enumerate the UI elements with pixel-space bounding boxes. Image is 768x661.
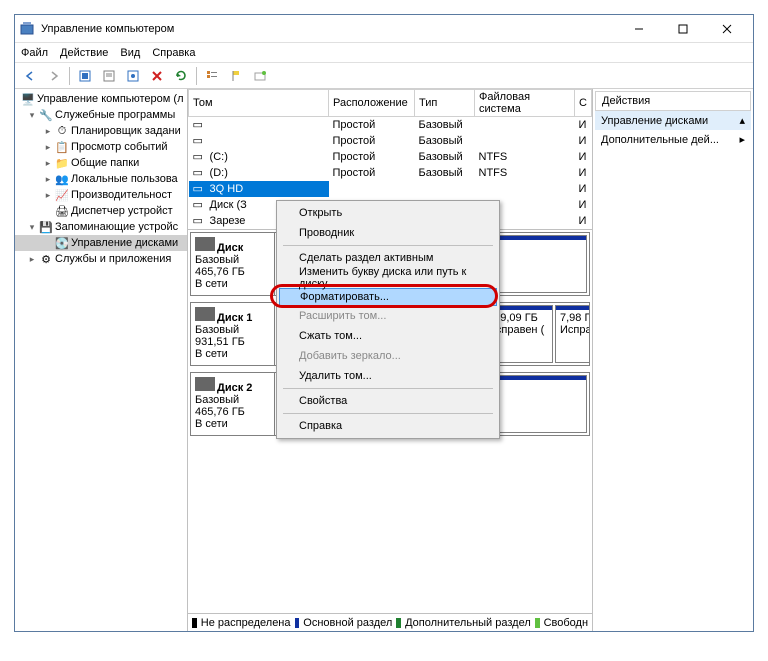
tree-task-scheduler[interactable]: ▸⏱Планировщик задани <box>15 123 187 139</box>
minimize-button[interactable] <box>617 15 661 43</box>
delete-button[interactable] <box>146 65 168 87</box>
disk-header: ДискБазовый465,76 ГБВ сети <box>191 233 275 295</box>
partition[interactable]: 7,98 ГБИсправе <box>555 305 589 363</box>
tree-device-manager[interactable]: 🖨Диспетчер устройст <box>15 203 187 219</box>
disk-icon <box>195 307 215 321</box>
volume-icon: ▭ <box>193 118 207 131</box>
menu-action[interactable]: Действие <box>60 47 108 59</box>
volume-icon: ▭ <box>193 166 207 179</box>
col-status[interactable]: С <box>575 90 592 117</box>
refresh-button[interactable] <box>170 65 192 87</box>
col-layout[interactable]: Расположение <box>329 90 415 117</box>
nav-tree[interactable]: 🖥️Управление компьютером (л ▾🔧Служебные … <box>15 89 188 631</box>
disk-header: Диск 1Базовый931,51 ГБВ сети <box>191 303 275 365</box>
actions-header: Действия <box>595 91 751 111</box>
col-volume[interactable]: Том <box>189 90 329 117</box>
window-title: Управление компьютером <box>41 23 617 35</box>
titlebar: Управление компьютером <box>15 15 753 43</box>
ctx-add-mirror: Добавить зеркало... <box>279 346 497 366</box>
volume-row[interactable]: ▭ ПростойБазовыйИ <box>189 133 592 149</box>
chevron-right-icon: ▸ <box>739 133 745 146</box>
list-button[interactable] <box>201 65 223 87</box>
volume-icon: ▭ <box>193 134 207 147</box>
volume-row[interactable]: ▭ 3Q HDИ <box>189 181 592 197</box>
ctx-shrink[interactable]: Сжать том... <box>279 326 497 346</box>
ctx-make-active[interactable]: Сделать раздел активным <box>279 248 497 268</box>
collapse-icon: ▴ <box>739 114 745 127</box>
tree-event-viewer[interactable]: ▸📋Просмотр событий <box>15 139 187 155</box>
settings-button[interactable] <box>249 65 271 87</box>
volume-icon: ▭ <box>193 150 207 163</box>
ctx-delete-volume[interactable]: Удалить том... <box>279 366 497 386</box>
legend-unallocated-icon <box>192 618 197 628</box>
volume-row[interactable]: ▭ ПростойБазовыйИ <box>189 117 592 133</box>
properties-button[interactable] <box>98 65 120 87</box>
actions-disk-management[interactable]: Управление дисками▴ <box>595 111 751 130</box>
back-button[interactable] <box>19 65 41 87</box>
ctx-help[interactable]: Справка <box>279 416 497 436</box>
close-button[interactable] <box>705 15 749 43</box>
tree-storage[interactable]: ▾💾Запоминающие устройс <box>15 219 187 235</box>
tree-services[interactable]: ▸⚙Службы и приложения <box>15 251 187 267</box>
legend-free-icon <box>535 618 540 628</box>
tree-performance[interactable]: ▸📈Производительност <box>15 187 187 203</box>
context-menu: Открыть Проводник Сделать раздел активны… <box>276 200 500 439</box>
disk-header: Диск 2Базовый465,76 ГБВ сети <box>191 373 275 435</box>
tree-system-tools[interactable]: ▾🔧Служебные программы <box>15 107 187 123</box>
ctx-format[interactable]: Форматировать... <box>279 288 497 306</box>
volume-row[interactable]: ▭ (D:)ПростойБазовыйNTFSИ <box>189 165 592 181</box>
ctx-extend: Расширить том... <box>279 306 497 326</box>
ctx-open[interactable]: Открыть <box>279 203 497 223</box>
volume-row[interactable]: ▭ (C:)ПростойБазовыйNTFSИ <box>189 149 592 165</box>
toolbar <box>15 63 753 89</box>
actions-pane: Действия Управление дисками▴ Дополнитель… <box>593 89 753 631</box>
volume-icon: ▭ <box>193 182 207 195</box>
ctx-change-letter[interactable]: Изменить букву диска или путь к диску... <box>279 268 497 288</box>
ctx-properties[interactable]: Свойства <box>279 391 497 411</box>
up-button[interactable] <box>74 65 96 87</box>
tree-local-users[interactable]: ▸👥Локальные пользова <box>15 171 187 187</box>
disk-icon <box>195 237 215 251</box>
menu-help[interactable]: Справка <box>152 47 195 59</box>
col-type[interactable]: Тип <box>415 90 475 117</box>
legend: Не распределена Основной раздел Дополнит… <box>188 613 592 631</box>
disk-icon <box>195 377 215 391</box>
volume-icon: ▭ <box>193 198 207 211</box>
ctx-explorer[interactable]: Проводник <box>279 223 497 243</box>
volume-icon: ▭ <box>193 214 207 227</box>
maximize-button[interactable] <box>661 15 705 43</box>
app-icon <box>19 21 35 37</box>
menubar: Файл Действие Вид Справка <box>15 43 753 63</box>
menu-view[interactable]: Вид <box>120 47 140 59</box>
actions-more[interactable]: Дополнительные дей...▸ <box>595 130 751 149</box>
legend-extended-icon <box>396 618 401 628</box>
view-button[interactable] <box>122 65 144 87</box>
tree-root[interactable]: 🖥️Управление компьютером (л <box>15 91 187 107</box>
menu-file[interactable]: Файл <box>21 47 48 59</box>
forward-button[interactable] <box>43 65 65 87</box>
tree-shared-folders[interactable]: ▸📁Общие папки <box>15 155 187 171</box>
legend-primary-icon <box>295 618 300 628</box>
tree-disk-management[interactable]: 💽Управление дисками <box>15 235 187 251</box>
col-fs[interactable]: Файловая система <box>475 90 575 117</box>
flag-button[interactable] <box>225 65 247 87</box>
